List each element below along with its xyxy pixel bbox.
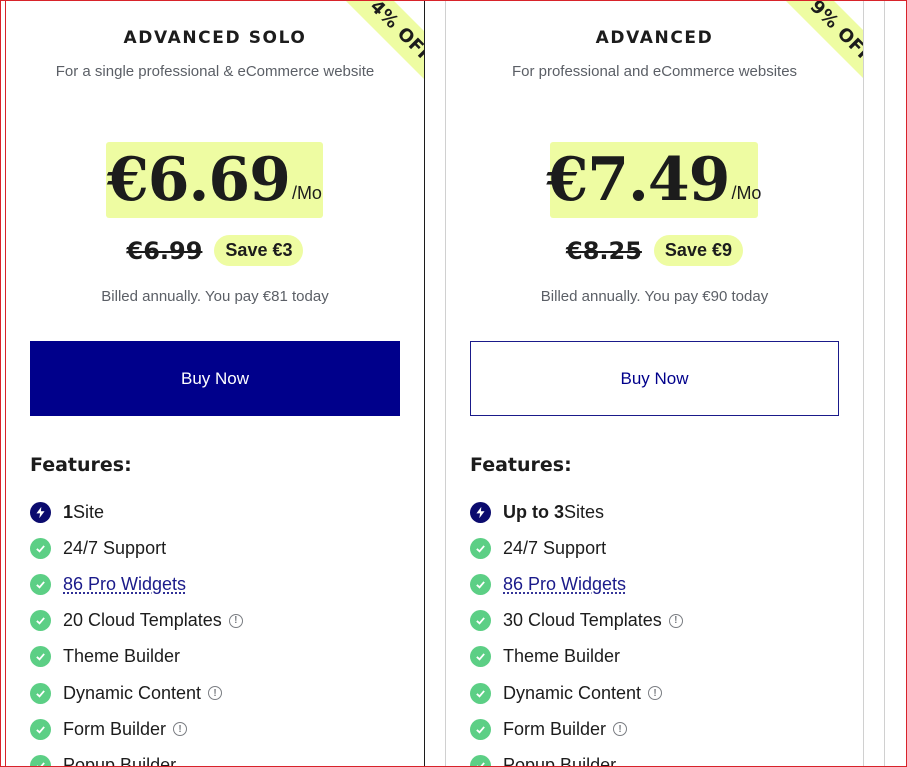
feature-label: Popup Builder [503,754,617,767]
features-title: Features: [30,454,132,476]
old-price-row: €8.25 Save €9 [446,235,863,266]
feature-sites-count: Up to 3 [503,501,564,522]
feature-popup-builder: Popup Builder [30,747,243,767]
feature-label: 24/7 Support [63,537,167,558]
info-icon[interactable]: ! [173,722,188,737]
info-icon[interactable]: ! [228,613,243,628]
info-icon[interactable]: ! [668,613,683,628]
price-box: €7.49 /Mo [546,142,762,218]
check-icon [470,537,491,559]
feature-label: Form Builder [63,718,167,739]
pro-widgets-link[interactable]: 86 Pro Widgets [503,574,626,595]
bolt-icon [470,501,491,523]
plan-title: ADVANCED [595,28,714,48]
feature-form-builder: Form Builder ! [470,711,683,747]
feature-label: Theme Builder [63,646,181,667]
feature-form-builder: Form Builder ! [30,711,243,747]
features-list: 1 Site 24/7 Support 86 Pro Widgets 20 Cl… [30,494,243,767]
check-icon [30,537,51,559]
feature-label: Sites [564,501,605,522]
check-icon [30,646,51,668]
price-box: €6.69 /Mo [106,142,323,218]
check-icon [470,573,491,595]
feature-dynamic-content: Dynamic Content ! [30,675,243,711]
price: €7.49 [546,145,731,215]
feature-theme-builder: Theme Builder [30,639,243,675]
pro-widgets-link[interactable]: 86 Pro Widgets [63,574,186,595]
feature-label: Form Builder [503,718,607,739]
old-price-row: €6.99 Save €3 [6,235,424,266]
bolt-icon [30,501,51,523]
info-icon[interactable]: ! [613,722,628,737]
features-title: Features: [470,454,572,476]
check-icon [470,754,491,767]
price: €6.69 [107,145,291,215]
card-divider-far [863,0,864,767]
check-icon [470,646,491,668]
check-icon [30,573,51,595]
feature-sites: 1 Site [30,494,243,530]
price-period: /Mo [731,182,762,203]
check-icon [30,754,51,767]
feature-cloud-templates: 30 Cloud Templates ! [470,603,683,639]
check-icon [30,718,51,740]
feature-label: Popup Builder [63,754,177,767]
check-icon [470,610,491,632]
save-badge: Save €3 [214,235,304,266]
info-icon[interactable]: ! [208,686,223,701]
feature-label: 24/7 Support [503,537,607,558]
check-icon [470,718,491,740]
next-card-edge [884,0,885,767]
save-badge: Save €9 [653,235,743,266]
feature-support: 24/7 Support [30,530,243,566]
discount-ribbon: 9% OFF [758,0,863,115]
billing-note: Billed annually. You pay €90 today [540,288,769,305]
buy-now-button[interactable]: Buy Now [30,341,400,416]
feature-sites: Up to 3 Sites [470,494,683,530]
plan-title: ADVANCED SOLO [123,28,307,48]
card-divider-middle [424,0,425,767]
info-icon[interactable]: ! [648,686,663,701]
plan-card-advanced: 9% OFF ADVANCED For professional and eCo… [446,0,863,767]
feature-popup-builder: Popup Builder [470,747,683,767]
feature-dynamic-content: Dynamic Content ! [470,675,683,711]
old-price: €8.25 [566,236,642,265]
plan-subtitle: For a single professional & eCommerce we… [55,63,375,80]
check-icon [30,682,51,704]
feature-cloud-templates: 20 Cloud Templates ! [30,603,243,639]
features-list: Up to 3 Sites 24/7 Support 86 Pro Widget… [470,494,683,767]
feature-support: 24/7 Support [470,530,683,566]
feature-label: 20 Cloud Templates [63,610,222,631]
feature-label: Dynamic Content [63,682,202,703]
feature-label: 30 Cloud Templates [503,610,662,631]
feature-label: Site [73,501,105,522]
plan-subtitle: For professional and eCommerce websites [511,63,798,80]
old-price: €6.99 [126,236,203,265]
feature-theme-builder: Theme Builder [470,639,683,675]
feature-label: Dynamic Content [503,682,642,703]
buy-now-button[interactable]: Buy Now [470,341,839,416]
discount-ribbon: 4% OFF [318,0,424,115]
feature-label: Theme Builder [503,646,621,667]
feature-widgets: 86 Pro Widgets [30,566,243,602]
check-icon [30,610,51,632]
billing-note: Billed annually. You pay €81 today [101,288,329,305]
check-icon [470,682,491,704]
plan-card-advanced-solo: 4% OFF ADVANCED SOLO For a single profes… [6,0,424,767]
price-period: /Mo [291,182,322,203]
feature-widgets: 86 Pro Widgets [470,566,683,602]
feature-sites-count: 1 [63,501,74,522]
